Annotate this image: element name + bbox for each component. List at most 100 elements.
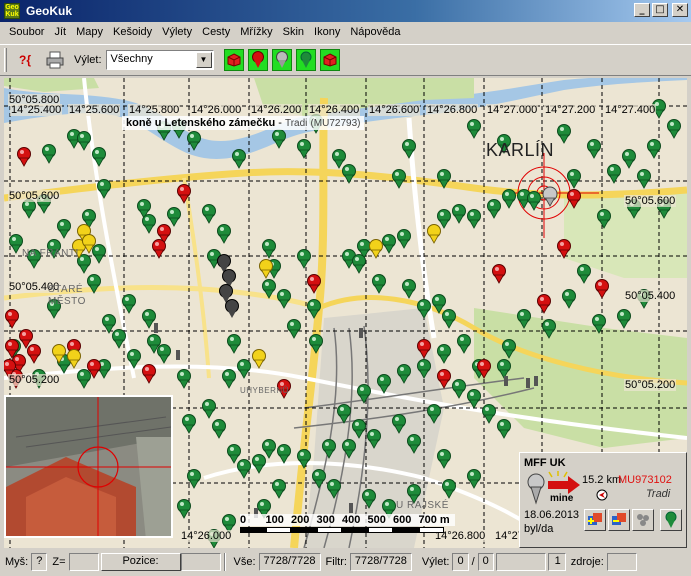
trip-select-value: Všechny (110, 53, 153, 65)
direction-arrow-icon (548, 471, 580, 494)
menu-bar: Soubor Jít Mapy Kešoidy Výlety Cesty Mří… (0, 22, 691, 42)
menu-mapy[interactable]: Mapy (71, 26, 108, 38)
cache-detail-button[interactable] (660, 509, 682, 531)
mouse-label: Myš: (5, 556, 29, 568)
trip-extra (495, 553, 546, 571)
found-log-button[interactable] (584, 509, 606, 531)
filter-gray-pin-button[interactable] (271, 49, 292, 71)
source-value (606, 553, 637, 571)
minimize-button[interactable]: _ (634, 3, 650, 17)
lon-bottom-1: 14°26.000 (180, 530, 233, 542)
chevron-down-icon[interactable]: ▼ (195, 52, 212, 68)
print-button[interactable] (43, 48, 67, 72)
lat-label-2-right: 50°05.600 (624, 195, 677, 207)
menu-mrizky[interactable]: Mřížky (235, 26, 277, 38)
scale-label-300: 300 (316, 514, 342, 526)
filter-label: Filtr: (325, 556, 347, 568)
tooltip-separator: - (275, 117, 285, 129)
cache-date: 18.06.2013 (524, 509, 580, 521)
trip-separator: / (471, 556, 475, 568)
position-button[interactable]: Pozice: (100, 553, 181, 571)
district-u-hybernu: UHYBERNŮ (240, 386, 289, 395)
cache-tooltip: koně u Letenského zámečku - Tradi (MU727… (122, 116, 365, 130)
district-na-frantisku: NA FRANTI (22, 248, 79, 259)
menu-jit[interactable]: Jít (49, 26, 71, 38)
lon-label-6: 14°26.400 (308, 104, 361, 116)
toolbar-grip[interactable] (4, 48, 7, 72)
window-title: GeoKuk (26, 4, 73, 18)
app-logo-icon: Geo Kuk (4, 3, 20, 19)
all-label: Vše: (233, 556, 256, 568)
position-value (180, 553, 221, 571)
trip-select[interactable]: Všechny ▼ (105, 50, 214, 70)
red-box-icon (227, 53, 241, 67)
maximize-button[interactable]: □ (652, 3, 668, 17)
title-bar: Geo Kuk GeoKuk _ □ ✕ (0, 0, 691, 22)
green-pin-icon (300, 51, 312, 68)
filter-cache-box-button-2[interactable] (319, 49, 340, 71)
log-found-icon (588, 513, 602, 525)
cache-status: byl/da (524, 523, 554, 535)
waypoints-icon (637, 514, 649, 526)
cache-code: MU973102 (618, 474, 672, 486)
lon-label-8: 14°26.800 (426, 104, 479, 116)
aerial-preview[interactable] (4, 395, 173, 538)
red-box-icon (323, 53, 337, 67)
trip-label: Výlet: (74, 54, 102, 66)
gray-pin-icon (527, 473, 545, 505)
aerial-photo (6, 397, 171, 536)
district-stare-1: STARÉ (48, 284, 84, 295)
cache-owner-flag: mine (550, 493, 574, 504)
menu-soubor[interactable]: Soubor (4, 26, 49, 38)
lat-label-4: 50°05.200 (8, 374, 61, 386)
menu-ikony[interactable]: Ikony (309, 26, 345, 38)
compass-small-icon (596, 489, 608, 501)
scale-label-200: 200 (291, 514, 317, 526)
close-button[interactable]: ✕ (672, 3, 688, 17)
toolbar: ?{ Výlet: Všechny ▼ (0, 44, 691, 76)
filter-red-pin-button[interactable] (247, 49, 268, 71)
district-u-rajske: U RAJSKÉ (396, 500, 449, 511)
scale-segments (240, 527, 455, 533)
z-value (68, 553, 99, 571)
cache-type: Tradi (646, 488, 671, 500)
district-karlin: KARLÍN (486, 140, 555, 160)
scale-label-100: 100 (265, 514, 291, 526)
menu-vylety[interactable]: Výlety (157, 26, 197, 38)
lon-label-11: 14°27.400 (604, 104, 657, 116)
filter-green-pin-button[interactable] (295, 49, 316, 71)
filter-cache-box-button[interactable] (223, 49, 244, 71)
green-pin-icon (665, 511, 677, 528)
status-bar: Myš: ? Z= Pozice: Vše: 7728/7728 Filtr: … (0, 550, 691, 574)
scale-label-700: 700 m (418, 514, 455, 526)
lat-label-3-right: 50°05.400 (624, 290, 677, 302)
menu-skin[interactable]: Skin (278, 26, 309, 38)
lon-label-10: 14°27.200 (544, 104, 597, 116)
menu-cesty[interactable]: Cesty (197, 26, 235, 38)
cache-name: MFF UK (524, 457, 566, 469)
menu-napoveda[interactable]: Nápověda (345, 26, 405, 38)
lon-label-9: 14°27.000 (486, 104, 539, 116)
lon-label-5: 14°26.200 (250, 104, 303, 116)
status-separator (223, 553, 226, 571)
scale-label-600: 600 (393, 514, 419, 526)
trip-value-b: 0 (477, 553, 494, 571)
source-label: zdroje: (570, 556, 604, 568)
help-context-button[interactable]: ?{ (13, 48, 37, 72)
red-pin-icon (251, 51, 264, 68)
printer-icon (46, 51, 64, 69)
scale-label-0: 0 (240, 514, 266, 526)
window-controls: _ □ ✕ (634, 3, 688, 17)
lon-label-4: 14°26.000 (190, 104, 243, 116)
z-label: Z= (52, 556, 66, 568)
scale-label-400: 400 (342, 514, 368, 526)
mouse-value: ? (31, 553, 48, 571)
edit-log-button[interactable] (608, 509, 630, 531)
waypoints-button[interactable] (632, 509, 654, 531)
menu-kesoidy[interactable]: Kešoidy (108, 26, 157, 38)
all-value: 7728/7728 (258, 553, 321, 571)
lon-label-7: 14°26.600 (368, 104, 421, 116)
district-stare-2: MĚSTO (48, 296, 86, 307)
lon-label-1: 14°25.400 (10, 104, 63, 116)
scale-label-500: 500 (367, 514, 393, 526)
